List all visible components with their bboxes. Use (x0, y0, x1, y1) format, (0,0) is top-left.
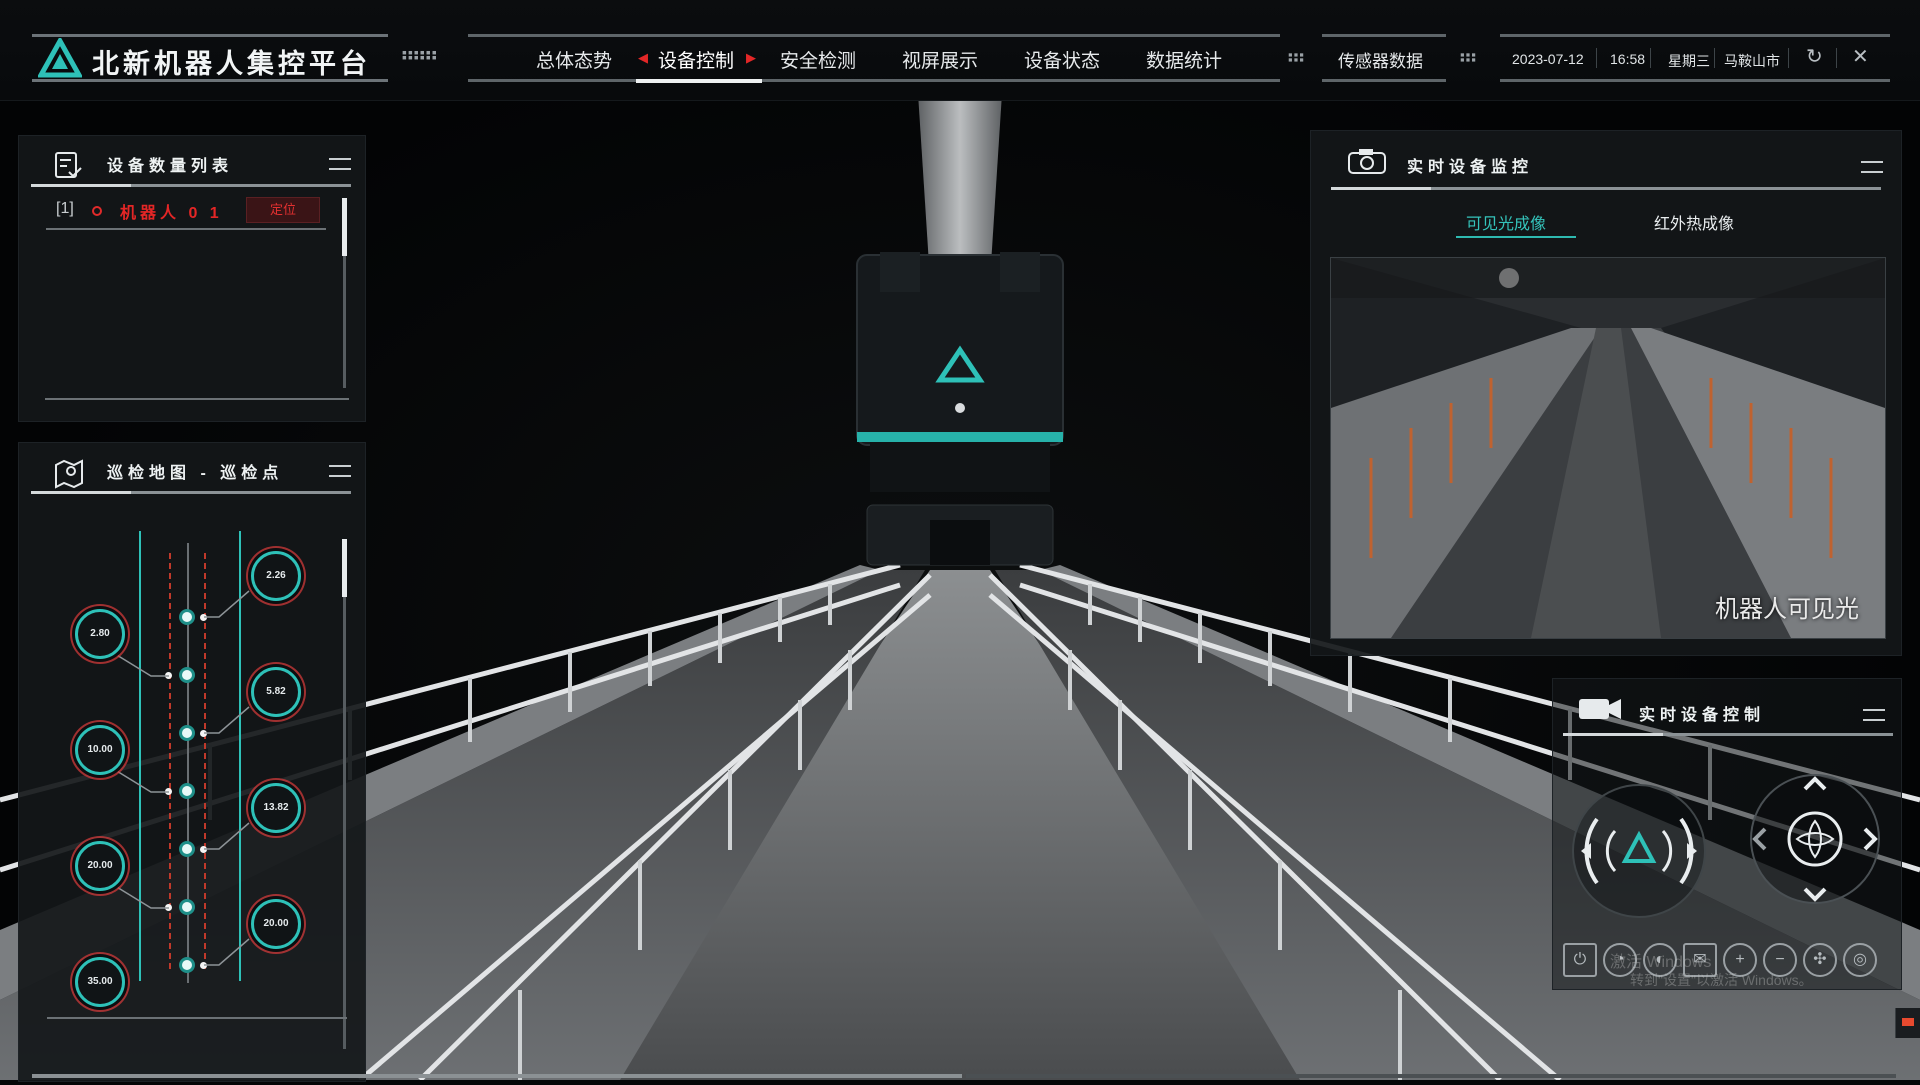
device-list-panel: 设备数量列表 (18, 135, 366, 422)
camera-icon (1348, 149, 1386, 174)
sensor-data-tab[interactable]: 传感器数据 (1322, 34, 1446, 82)
patrol-point[interactable]: 10.00 (75, 725, 125, 775)
row-index: [1] (56, 200, 74, 217)
active-right-arrow-icon: ▶ (746, 50, 756, 65)
record-icon[interactable]: ◎ (1843, 943, 1877, 977)
locate-button[interactable]: 定位 (246, 197, 320, 223)
patrol-point[interactable]: 35.00 (75, 957, 125, 1007)
windows-watermark-sub: 转到"设置"以激活 Windows。 (1630, 972, 1813, 988)
decor-dots: ▪▪▪ ▪▪▪ (1288, 47, 1305, 67)
patrol-point[interactable]: 2.80 (75, 609, 125, 659)
device-name: 机器人 0 1 (120, 205, 223, 222)
device-list-title: 设备数量列表 (107, 158, 234, 175)
patrol-point[interactable]: 20.00 (251, 899, 301, 949)
nav-active-indicator (636, 79, 762, 83)
main-nav: 总体态势 ◀ 设备控制 ▶ 安全检测 视屏展示 设备状态 数据统计 (468, 34, 1280, 82)
logo-icon (38, 38, 82, 78)
nav-data-stats[interactable]: 数据统计 (1146, 46, 1222, 73)
panel-divider (1563, 733, 1893, 736)
close-icon[interactable]: ✕ (1852, 44, 1869, 69)
decor-dots: ▪▪▪▪▪▪ ▪▪▪▪▪▪ (402, 44, 438, 65)
bottom-frame-line (966, 1074, 1896, 1078)
nav-safety-check[interactable]: 安全检测 (780, 46, 856, 73)
tab-infrared[interactable]: 红外热成像 (1654, 210, 1734, 234)
charge-icon[interactable]: ⏻ (1563, 943, 1597, 977)
video-label: 机器人可见光 (1715, 596, 1859, 623)
patrol-point[interactable]: 5.82 (251, 667, 301, 717)
collapse-icon[interactable] (1863, 709, 1885, 721)
panel-divider (1331, 187, 1881, 190)
panel-divider (31, 184, 351, 187)
patrol-point[interactable]: 13.82 (251, 783, 301, 833)
patrol-point[interactable]: 20.00 (75, 841, 125, 891)
monitor-title: 实时设备监控 (1407, 159, 1534, 176)
logo-area: 北新机器人集控平台 (32, 34, 388, 82)
control-title: 实时设备控制 (1639, 707, 1766, 724)
time-text: 16:58 (1610, 51, 1646, 67)
tab-active-underline (1456, 236, 1576, 238)
app-title: 北新机器人集控平台 (92, 49, 371, 79)
patrol-connectors (106, 590, 250, 966)
tunnel-feed-image (1331, 258, 1885, 638)
video-camera-icon (1579, 699, 1621, 719)
flag-icon[interactable] (1895, 1008, 1920, 1038)
movement-pad[interactable] (1745, 769, 1885, 909)
status-dot-icon (92, 206, 102, 216)
collapse-icon[interactable] (329, 158, 351, 170)
windows-watermark: 激活 Windows (1610, 954, 1712, 971)
list-check-icon (55, 152, 82, 178)
top-bar: 北新机器人集控平台 ▪▪▪▪▪▪ ▪▪▪▪▪▪ 总体态势 ◀ 设备控制 ▶ 安全检… (0, 0, 1920, 101)
active-left-arrow-icon: ◀ (638, 50, 648, 65)
decor-dots: ▪▪▪ ▪▪▪ (1460, 47, 1477, 67)
nav-overview[interactable]: 总体态势 (536, 46, 612, 73)
device-row[interactable]: [1] 机器人 0 1 定位 (46, 194, 326, 230)
tab-visible-light[interactable]: 可见光成像 (1466, 210, 1546, 234)
control-panel: 实时设备控制 ⏻ ◔ ◐ ✉ + − ✣ ◎ (1552, 678, 1902, 990)
patrol-point[interactable]: 2.26 (251, 551, 301, 601)
collapse-icon[interactable] (1861, 161, 1883, 173)
info-bar: 2023-07-12 16:58 星期三 马鞍山市 ↻ ✕ (1500, 34, 1890, 82)
date-text: 2023-07-12 (1512, 51, 1584, 67)
camera-feed[interactable]: 机器人可见光 (1330, 257, 1886, 639)
panel-footer-line (45, 398, 349, 400)
nav-device-control[interactable]: 设备控制 (658, 46, 734, 73)
refresh-icon[interactable]: ↻ (1806, 44, 1823, 69)
nav-device-status[interactable]: 设备状态 (1024, 46, 1100, 73)
camera-direction-control[interactable] (1567, 779, 1711, 923)
sensor-data-label[interactable]: 传感器数据 (1338, 47, 1423, 72)
patrol-map-panel: 巡检地图 - 巡检点 2.80 10.00 20.00 35.00 2.26 5… (18, 442, 366, 1082)
nav-video-display[interactable]: 视屏展示 (902, 46, 978, 73)
weekday-text: 星期三 (1668, 53, 1710, 69)
city-text: 马鞍山市 (1724, 53, 1780, 69)
bottom-frame-line (32, 1074, 962, 1078)
device-list-scrollbar[interactable] (342, 198, 347, 388)
